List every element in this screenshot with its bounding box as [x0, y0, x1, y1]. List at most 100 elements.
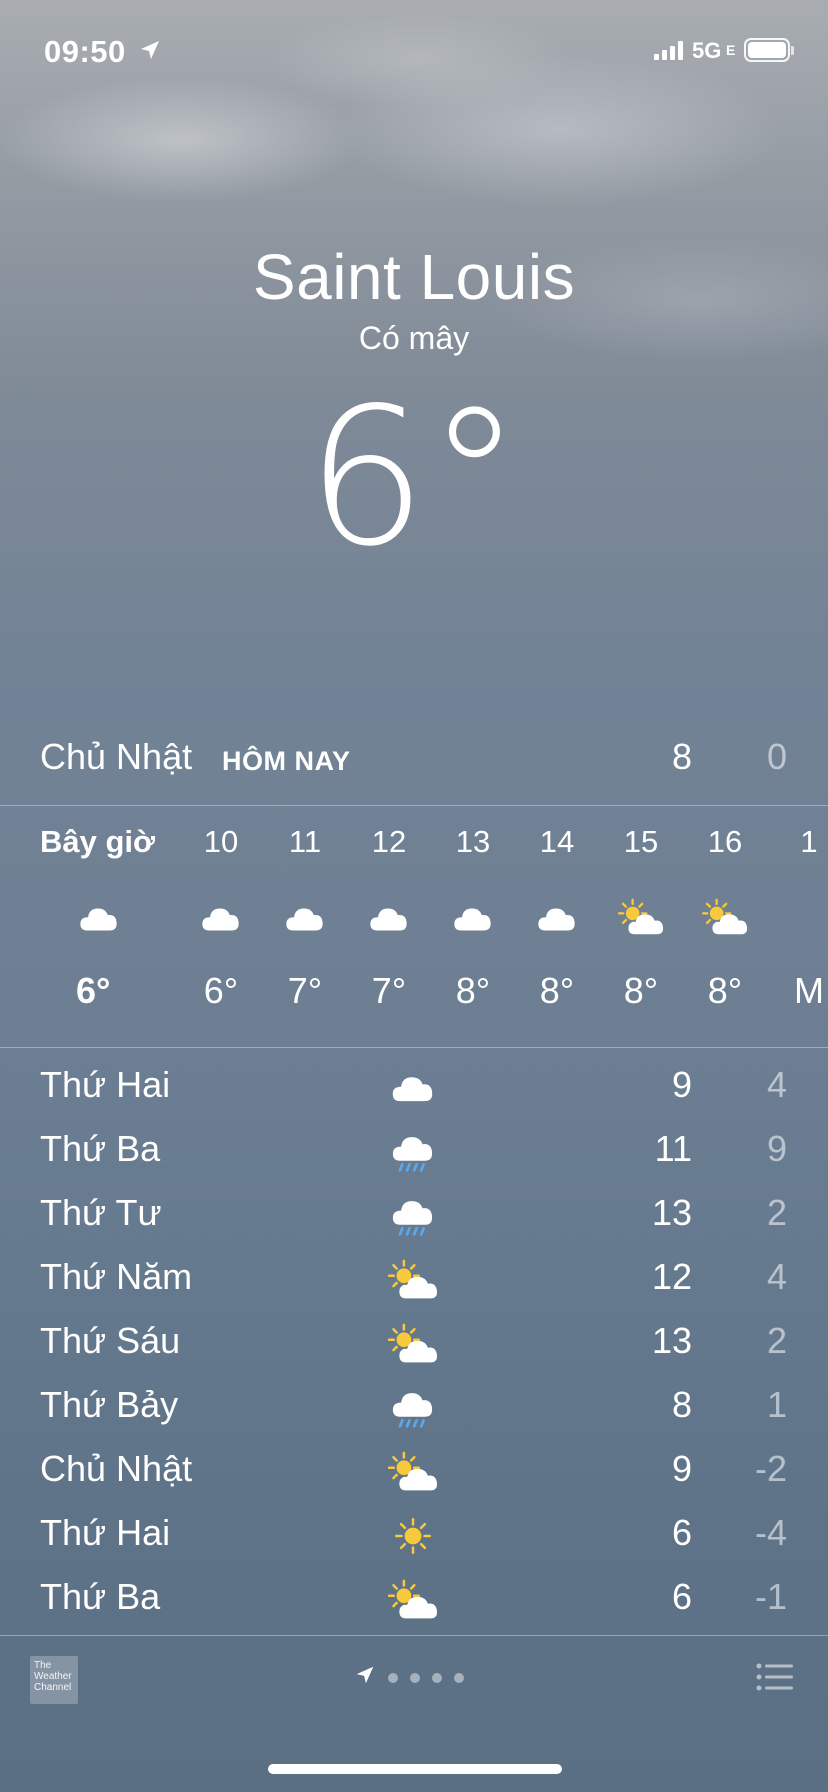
daily-row: Thứ Tư 13 2: [0, 1186, 828, 1250]
page-dot[interactable]: [388, 1672, 398, 1683]
list-icon: [756, 1663, 793, 1691]
hour-label: 13: [455, 824, 491, 859]
daily-day: Thứ Hai: [40, 1512, 171, 1553]
partly-sunny-icon: [596, 882, 686, 954]
daily-day: Chủ Nhật: [40, 1448, 193, 1489]
today-tag: HÔM NAY: [222, 746, 351, 776]
partly-sunny-icon: [382, 1318, 444, 1370]
daily-row: Thứ Sáu 13 2: [0, 1314, 828, 1378]
hourly-item: 12 7°: [344, 820, 434, 1016]
daily-day: Thứ Sáu: [40, 1320, 181, 1361]
daily-day: Thứ Tư: [40, 1192, 162, 1233]
hourly-item: 16 8°: [680, 820, 770, 1016]
daily-row: Thứ Bảy 8 1: [0, 1378, 828, 1442]
hour-temperature: 8°: [455, 970, 491, 1011]
today-low: 0: [766, 736, 787, 777]
hour-temperature: 8°: [707, 970, 743, 1011]
rain-icon: [382, 1382, 444, 1434]
hourly-item: 13 8°: [428, 820, 518, 1016]
hourly-item: 14 8°: [512, 820, 602, 1016]
rain-icon: [382, 1190, 444, 1242]
location-arrow-icon: [138, 38, 162, 67]
daily-forecast[interactable]: Thứ Hai 9 4 Thứ Ba 11 9 Thứ Tư 13 2 Thứ …: [0, 1058, 828, 1634]
daily-low: 4: [766, 1064, 787, 1105]
hour-label: 10: [203, 824, 239, 859]
divider: [0, 1047, 828, 1048]
hourly-item: 10 6°: [176, 820, 266, 1016]
hour-label: 16: [707, 824, 743, 859]
page-dot[interactable]: [454, 1672, 464, 1683]
status-bar: 09:50 5G E: [0, 30, 828, 70]
daily-high: 6: [671, 1576, 692, 1617]
daily-high: 6: [671, 1512, 692, 1553]
daily-high: 9: [671, 1448, 692, 1489]
daily-low: 9: [766, 1128, 787, 1169]
daily-low: 1: [766, 1384, 787, 1425]
hourly-item: 15 8°: [596, 820, 686, 1016]
daily-row: Thứ Ba 6 -1: [0, 1570, 828, 1634]
status-time: 09:50: [44, 34, 126, 69]
bottom-toolbar: The Weather Channel: [0, 1636, 828, 1736]
cloud-icon: [382, 1062, 444, 1114]
battery-icon: [744, 38, 790, 62]
battery-cap: [791, 46, 794, 55]
cloud-icon: [512, 882, 602, 954]
home-indicator[interactable]: [268, 1764, 562, 1774]
network-type: 5G: [692, 38, 722, 63]
daily-high: 12: [651, 1256, 692, 1297]
daily-day: Thứ Hai: [40, 1064, 171, 1105]
daily-low: -2: [754, 1448, 787, 1489]
network-type-suffix: E: [726, 42, 736, 58]
weather-icon: [764, 882, 828, 954]
daily-row: Chủ Nhật 9 -2: [0, 1442, 828, 1506]
daily-low: 2: [766, 1320, 787, 1361]
daily-low: -1: [754, 1576, 787, 1617]
hour-label: 1: [800, 824, 818, 859]
rain-icon: [382, 1126, 444, 1178]
daily-day: Thứ Ba: [40, 1128, 161, 1169]
hour-temperature: 6°: [203, 970, 239, 1011]
daily-row: Thứ Năm 12 4: [0, 1250, 828, 1314]
daily-low: 4: [766, 1256, 787, 1297]
daily-row: Thứ Hai 9 4: [0, 1058, 828, 1122]
daily-high: 9: [671, 1064, 692, 1105]
current-condition: Có mây: [358, 320, 470, 356]
cloud-icon: [40, 882, 160, 954]
cloud-icon: [344, 882, 434, 954]
hourly-item: 1M: [764, 820, 828, 1016]
today-high: 8: [671, 736, 692, 777]
hour-temperature: 7°: [371, 970, 407, 1011]
sun-icon: [382, 1510, 444, 1562]
city-name: Saint Louis: [252, 241, 576, 313]
cellular-signal-icon: [654, 40, 683, 60]
daily-low: -4: [754, 1512, 787, 1553]
cloud-icon: [176, 882, 266, 954]
partly-sunny-icon: [680, 882, 770, 954]
daily-day: Thứ Bảy: [40, 1384, 179, 1425]
hour-temperature: M: [794, 970, 824, 1011]
page-indicator[interactable]: [354, 1664, 464, 1691]
page-dot[interactable]: [410, 1672, 420, 1683]
daily-high: 8: [671, 1384, 692, 1425]
hour-label: 12: [371, 824, 407, 859]
divider: [0, 805, 828, 806]
hourly-forecast[interactable]: Bây giờ 6° 10 6° 11 7° 12 7° 13 8° 14 8° 15 8° 16 8° 1…: [0, 820, 828, 1020]
weather-channel-logo[interactable]: The Weather Channel: [30, 1656, 78, 1704]
hourly-item: Bây giờ 6°: [40, 820, 160, 1016]
partly-sunny-icon: [382, 1446, 444, 1498]
hour-label: Bây giờ: [40, 824, 156, 859]
current-temperature: 6°: [306, 367, 522, 588]
page-dot[interactable]: [432, 1672, 442, 1683]
partly-sunny-icon: [382, 1574, 444, 1626]
hour-label: 11: [288, 824, 322, 859]
daily-row: Thứ Hai 6 -4: [0, 1506, 828, 1570]
cloud-icon: [428, 882, 518, 954]
daily-high: 13: [651, 1192, 692, 1233]
today-day: Chủ Nhật: [40, 736, 193, 777]
hour-temperature: 7°: [287, 970, 323, 1011]
cloud-icon: [260, 882, 350, 954]
daily-day: Thứ Ba: [40, 1576, 161, 1617]
location-arrow-icon[interactable]: [354, 1664, 376, 1691]
city-list-button[interactable]: [756, 1662, 794, 1697]
daily-day: Thứ Năm: [40, 1256, 193, 1297]
